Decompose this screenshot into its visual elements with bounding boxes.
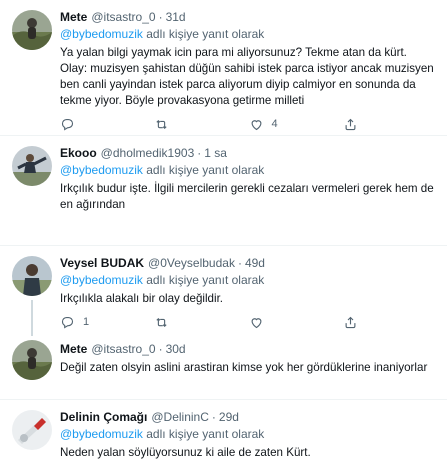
like-button[interactable] [249, 315, 343, 330]
mention-link[interactable]: @bybedomuzik [60, 27, 143, 41]
avatar[interactable] [12, 340, 52, 380]
timestamp[interactable]: 1 sa [204, 146, 227, 161]
avatar[interactable] [12, 410, 52, 450]
retweet-icon [156, 119, 167, 129]
reply-prefix: adlı kişiye yanıt olarak [146, 27, 265, 41]
reply-prefix: adlı kişiye yanıt olarak [146, 163, 265, 177]
separator-dot: · [197, 146, 202, 160]
like-count: 4 [271, 118, 278, 130]
author-name[interactable]: Mete [60, 342, 87, 357]
retweet-button[interactable] [154, 315, 248, 330]
replying-to: @bybedomuzik adlı kişiye yanıt olarak [60, 163, 437, 178]
mention-link[interactable]: @bybedomuzik [60, 427, 143, 441]
separator-dot: · [211, 410, 216, 424]
tweet[interactable]: Veysel BUDAK @0Veyselbudak · 49d @bybedo… [0, 246, 447, 336]
separator-dot: · [158, 10, 163, 24]
author-name[interactable]: Delinin Çomağı [60, 410, 147, 425]
tweet-text: Irkçılık budur işte. İlgili mercilerin g… [60, 182, 434, 211]
reply-prefix: adlı kişiye yanıt olarak [146, 427, 265, 441]
like-button[interactable]: 4 [249, 117, 343, 132]
reply-button[interactable] [60, 117, 154, 132]
reply-button[interactable]: 1 [60, 315, 154, 330]
like-icon [251, 317, 261, 328]
tweet[interactable]: Mete @itsastro_0 · 31d @bybedomuzik adlı… [0, 0, 447, 136]
tweet-text: Ya yalan bilgi yaymak icin para mi aliyo… [60, 46, 434, 107]
separator-dot: · [158, 342, 163, 356]
share-button[interactable] [343, 315, 437, 330]
author-handle[interactable]: @dholmedik1903 [101, 146, 195, 161]
tweet[interactable]: Mete @itsastro_0 · 30d Değil zaten olsyi… [0, 336, 447, 400]
replying-to: @bybedomuzik adlı kişiye yanıt olarak [60, 273, 437, 288]
timestamp[interactable]: 31d [166, 10, 186, 25]
reply-icon [61, 316, 74, 328]
replying-to: @bybedomuzik adlı kişiye yanıt olarak [60, 427, 437, 442]
share-icon [345, 316, 356, 328]
action-bar: 4 [60, 115, 437, 133]
retweet-icon [156, 317, 167, 327]
like-icon [251, 119, 261, 130]
author-handle[interactable]: @DelininC [151, 410, 209, 425]
mention-link[interactable]: @bybedomuzik [60, 273, 143, 287]
author-name[interactable]: Ekooo [60, 146, 97, 161]
action-bar: 1 [60, 313, 437, 331]
author-handle[interactable]: @itsastro_0 [91, 10, 155, 25]
timestamp[interactable]: 29d [219, 410, 239, 425]
reply-count: 1 [83, 316, 90, 328]
tweet[interactable]: Ekooo @dholmedik1903 · 1 sa @bybedomuzik… [0, 136, 447, 246]
reply-prefix: adlı kişiye yanıt olarak [146, 273, 265, 287]
retweet-button[interactable] [154, 117, 248, 132]
avatar[interactable] [12, 146, 52, 186]
separator-dot: · [237, 256, 242, 270]
reply-icon [61, 118, 74, 130]
tweet[interactable]: Delinin Çomağı @DelininC · 29d @bybedomu… [0, 400, 447, 470]
author-handle[interactable]: @0Veyselbudak [148, 256, 235, 271]
mention-link[interactable]: @bybedomuzik [60, 163, 143, 177]
avatar[interactable] [12, 256, 52, 296]
timestamp[interactable]: 30d [166, 342, 186, 357]
thread-line [31, 300, 33, 336]
tweet-text: Neden yalan söylüyorsunuz ki aile de zat… [60, 446, 311, 459]
author-name[interactable]: Mete [60, 10, 87, 25]
tweet-text: Irkçılıkla alakalı bir olay değildir. [60, 292, 224, 305]
share-icon [345, 118, 356, 130]
share-button[interactable] [343, 117, 437, 132]
avatar[interactable] [12, 10, 52, 50]
tweet-text: Değil zaten olsyin aslini arastiran kims… [60, 361, 428, 374]
timestamp[interactable]: 49d [245, 256, 265, 271]
author-handle[interactable]: @itsastro_0 [91, 342, 155, 357]
replying-to: @bybedomuzik adlı kişiye yanıt olarak [60, 27, 437, 42]
author-name[interactable]: Veysel BUDAK [60, 256, 144, 271]
